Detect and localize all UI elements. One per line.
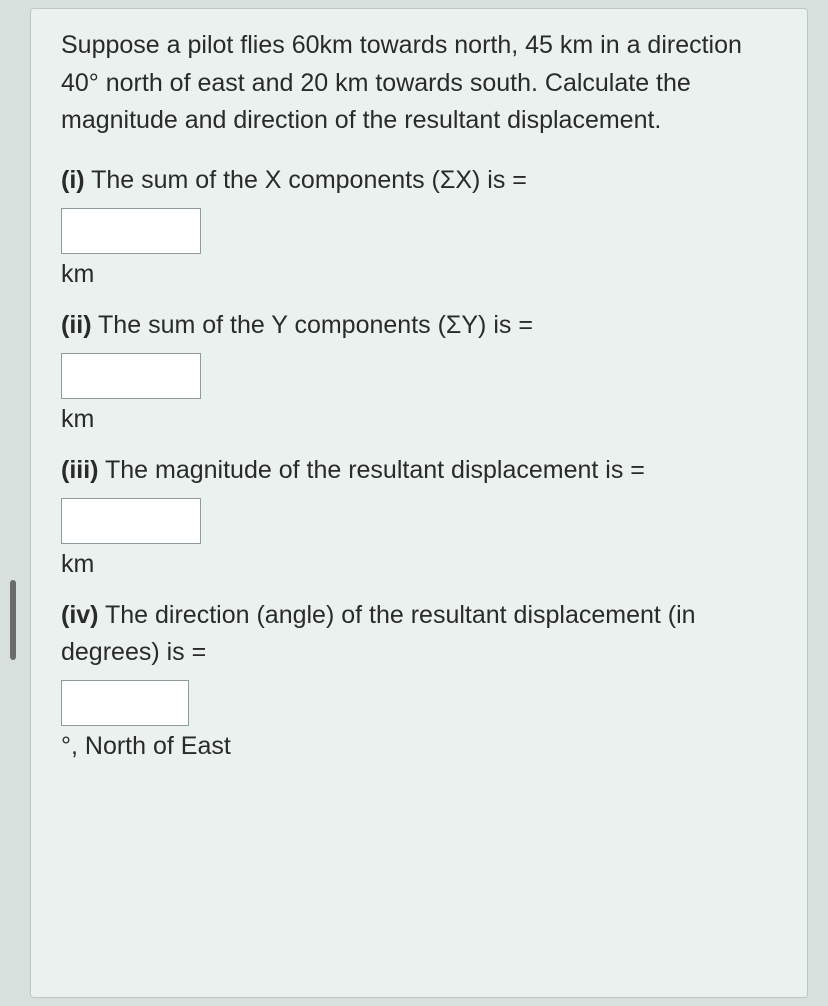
part-iv-input[interactable]: [61, 680, 189, 726]
part-iii-input[interactable]: [61, 498, 201, 544]
part-iii-body: The magnitude of the resultant displacem…: [99, 456, 645, 484]
part-iii-text: (iii) The magnitude of the resultant dis…: [61, 452, 777, 488]
scrollbar-thumb[interactable]: [10, 580, 16, 660]
part-i-input[interactable]: [61, 208, 201, 254]
part-i-text: (i) The sum of the X components (ΣX) is …: [61, 162, 777, 198]
part-ii-label: (ii): [61, 311, 92, 339]
part-ii-body: The sum of the Y components (ΣY) is =: [92, 311, 533, 339]
part-i-body: The sum of the X components (ΣX) is =: [85, 166, 527, 194]
part-ii-text: (ii) The sum of the Y components (ΣY) is…: [61, 307, 777, 343]
part-iv-text: (iv) The direction (angle) of the result…: [61, 597, 777, 670]
question-prompt: Suppose a pilot flies 60km towards north…: [61, 27, 777, 140]
part-ii-input-row: [61, 353, 777, 399]
part-iii-label: (iii): [61, 456, 99, 484]
part-iv-label: (iv): [61, 601, 99, 629]
question-panel: Suppose a pilot flies 60km towards north…: [30, 8, 808, 998]
part-iv-body: The direction (angle) of the resultant d…: [61, 601, 696, 665]
part-iii-unit: km: [61, 550, 777, 579]
part-i-input-row: [61, 208, 777, 254]
part-ii-input[interactable]: [61, 353, 201, 399]
part-ii-unit: km: [61, 405, 777, 434]
part-iii-input-row: [61, 498, 777, 544]
part-iv-unit: °, North of East: [61, 732, 777, 761]
part-iv-input-row: [61, 680, 777, 726]
part-i-unit: km: [61, 260, 777, 289]
part-i-label: (i): [61, 166, 85, 194]
